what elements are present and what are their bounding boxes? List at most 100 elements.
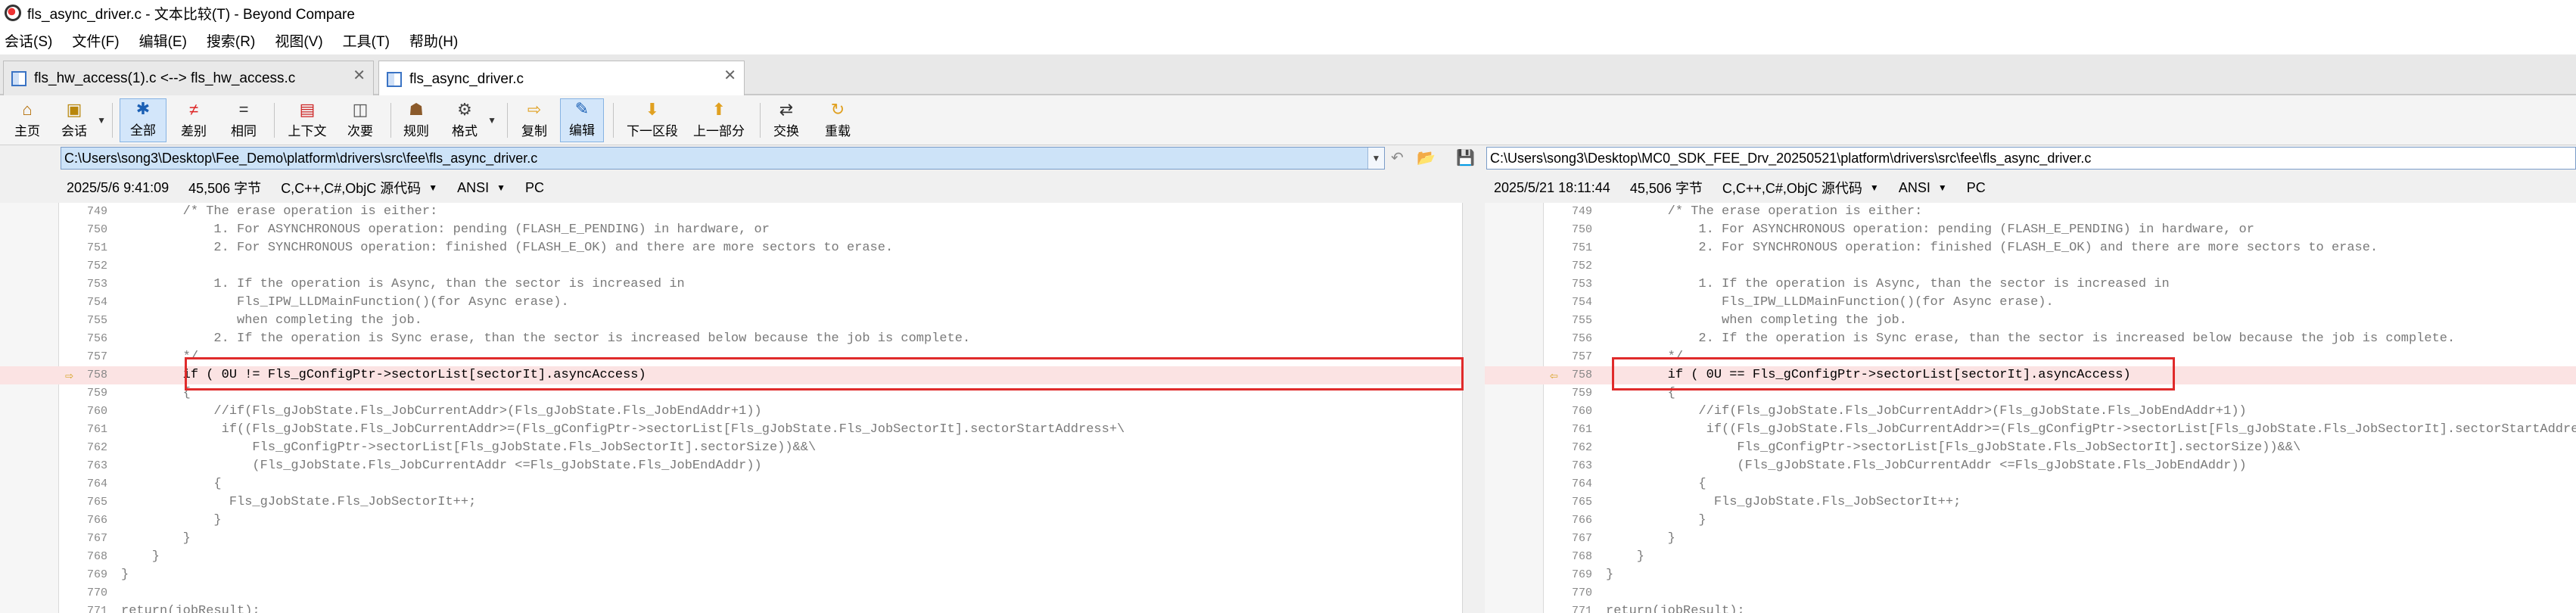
code-line[interactable]: 762 Fls_gConfigPtr->sectorList[Fls_gJobS… <box>1485 439 2576 457</box>
code-line[interactable]: 751 2. For SYNCHRONOUS operation: finish… <box>1485 239 2576 257</box>
reload-button[interactable]: ↻ 重载 <box>819 98 857 142</box>
next-section-button[interactable]: ⬇ 下一区段 <box>622 98 683 142</box>
code-line[interactable]: 762 Fls_gConfigPtr->sectorList[Fls_gJobS… <box>0 439 1462 457</box>
close-icon[interactable]: ✕ <box>353 66 366 85</box>
code-line[interactable]: 760 //if(Fls_gJobState.Fls_JobCurrentAdd… <box>1485 403 2576 421</box>
tab-label: fls_hw_access(1).c <--> fls_hw_access.c <box>34 70 296 86</box>
code-line[interactable]: 767 } <box>0 530 1462 548</box>
rules-button[interactable]: ☗ 规则 <box>398 98 434 142</box>
code-line[interactable]: 770 <box>1485 584 2576 602</box>
code-line[interactable]: 754 Fls_IPW_LLDMainFunction()(for Async … <box>0 294 1462 312</box>
code-text: return(jobResult); <box>1606 604 1745 613</box>
show-same-button[interactable]: = 相同 <box>222 98 265 142</box>
left-encoding[interactable]: ANSI <box>457 180 489 196</box>
chevron-down-icon[interactable]: ▼ <box>97 115 106 126</box>
copy-button[interactable]: ⇨ 复制 <box>515 98 554 142</box>
code-line[interactable]: 763 (Fls_gJobState.Fls_JobCurrentAddr <=… <box>1485 457 2576 475</box>
left-path-input[interactable]: C:\Users\song3\Desktop\Fee_Demo\platform… <box>61 147 1385 170</box>
close-icon[interactable]: ✕ <box>723 66 736 85</box>
session-button[interactable]: ▣ 会话 ▼ <box>56 98 106 142</box>
context-button[interactable]: ▤ 上下文 <box>282 98 333 142</box>
code-line[interactable]: 755 when completing the job. <box>1485 312 2576 330</box>
code-line[interactable]: 756 2. If the operation is Sync erase, t… <box>0 330 1462 348</box>
code-line[interactable]: 771 return(jobResult); <box>1485 602 2576 613</box>
line-number: 766 <box>1571 514 1592 527</box>
line-number: 759 <box>1571 387 1592 400</box>
chevron-down-icon[interactable]: ▼ <box>428 182 437 193</box>
left-language[interactable]: C,C++,C#,ObjC 源代码 <box>281 178 421 198</box>
right-line-ending[interactable]: PC <box>1967 180 1986 196</box>
code-line[interactable]: 765 Fls_gJobState.Fls_JobSectorIt++; <box>0 493 1462 512</box>
code-line[interactable]: 753 1. If the operation is Async, than t… <box>1485 275 2576 294</box>
line-number: 752 <box>86 260 107 272</box>
code-line[interactable]: 750 1. For ASYNCHRONOUS operation: pendi… <box>0 221 1462 239</box>
left-line-ending[interactable]: PC <box>525 180 544 196</box>
chevron-down-icon[interactable]: ▼ <box>487 115 496 126</box>
menu-view[interactable]: 视图(V) <box>275 30 322 51</box>
left-vertical-scrollbar[interactable] <box>1462 203 1485 613</box>
code-text: if((Fls_gJobState.Fls_JobCurrentAddr>=(F… <box>1606 422 2576 437</box>
code-line[interactable]: 770 <box>0 584 1462 602</box>
code-line[interactable]: 750 1. For ASYNCHRONOUS operation: pendi… <box>1485 221 2576 239</box>
home-button[interactable]: ⌂ 主页 <box>9 98 45 142</box>
menu-file[interactable]: 文件(F) <box>72 30 119 51</box>
code-line[interactable]: 769} <box>0 566 1462 584</box>
code-text: /* The erase operation is either: <box>121 204 438 219</box>
menu-edit[interactable]: 编辑(E) <box>139 30 187 51</box>
code-line[interactable]: 763 (Fls_gJobState.Fls_JobCurrentAddr <=… <box>0 457 1462 475</box>
code-line[interactable]: 766 } <box>0 512 1462 530</box>
minor-button[interactable]: ◫ 次要 <box>339 98 381 142</box>
line-number: 767 <box>86 532 107 545</box>
code-line[interactable]: 761 if((Fls_gJobState.Fls_JobCurrentAddr… <box>0 421 1462 439</box>
code-line[interactable]: 765 Fls_gJobState.Fls_JobSectorIt++; <box>1485 493 2576 512</box>
code-line[interactable]: 769} <box>1485 566 2576 584</box>
right-path-input[interactable]: C:\Users\song3\Desktop\MC0_SDK_FEE_Drv_2… <box>1486 147 2576 170</box>
chevron-down-icon[interactable]: ▼ <box>1870 182 1879 193</box>
save-icon[interactable]: 💾 <box>1456 148 1475 167</box>
right-code-pane[interactable]: 749 /* The erase operation is either: 750… <box>1485 203 2576 613</box>
context-icon: ▤ <box>299 100 316 119</box>
code-line[interactable]: 761 if((Fls_gJobState.Fls_JobCurrentAddr… <box>1485 421 2576 439</box>
pencil-icon: ✎ <box>574 99 590 118</box>
code-line[interactable]: 755 when completing the job. <box>0 312 1462 330</box>
code-line[interactable]: 766 } <box>1485 512 2576 530</box>
tab-fls-async-driver[interactable]: fls_async_driver.c ✕ <box>378 61 745 97</box>
menu-search[interactable]: 搜索(R) <box>207 30 255 51</box>
code-line[interactable]: 768 } <box>0 548 1462 566</box>
edit-button[interactable]: ✎ 编辑 <box>560 98 604 142</box>
code-line[interactable]: 764 { <box>0 475 1462 493</box>
code-line[interactable]: 760 //if(Fls_gJobState.Fls_JobCurrentAdd… <box>0 403 1462 421</box>
prev-section-button[interactable]: ⬆ 上一部分 <box>689 98 749 142</box>
code-line[interactable]: 767 } <box>1485 530 2576 548</box>
history-icon[interactable]: ↶ <box>1391 148 1404 167</box>
code-line[interactable]: 764 { <box>1485 475 2576 493</box>
code-line[interactable]: 771 return(jobResult); <box>0 602 1462 613</box>
code-line[interactable]: 749 /* The erase operation is either: <box>0 203 1462 221</box>
code-text: (Fls_gJobState.Fls_JobCurrentAddr <=Fls_… <box>121 459 762 473</box>
show-all-button[interactable]: ✱ 全部 <box>120 98 166 142</box>
chevron-down-icon[interactable]: ▼ <box>1367 148 1384 169</box>
open-folder-icon[interactable]: 📂 <box>1417 148 1436 167</box>
code-line[interactable]: 749 /* The erase operation is either: <box>1485 203 2576 221</box>
code-text: 1. If the operation is Async, than the s… <box>1606 277 2170 291</box>
code-line[interactable]: 756 2. If the operation is Sync erase, t… <box>1485 330 2576 348</box>
tab-fls-hw-access[interactable]: fls_hw_access(1).c <--> fls_hw_access.c … <box>3 61 374 95</box>
menu-session[interactable]: 会话(S) <box>5 30 52 51</box>
right-encoding[interactable]: ANSI <box>1899 180 1930 196</box>
code-line[interactable]: 753 1. If the operation is Async, than t… <box>0 275 1462 294</box>
code-line[interactable]: 752 <box>0 257 1462 275</box>
show-diffs-button[interactable]: ≠ 差别 <box>173 98 215 142</box>
code-line[interactable]: 754 Fls_IPW_LLDMainFunction()(for Async … <box>1485 294 2576 312</box>
menu-help[interactable]: 帮助(H) <box>409 30 458 51</box>
left-code-pane[interactable]: 749 /* The erase operation is either: 750… <box>0 203 1462 613</box>
format-button[interactable]: ⚙ 格式 ▼ <box>446 98 496 142</box>
code-line[interactable]: 768 } <box>1485 548 2576 566</box>
right-language[interactable]: C,C++,C#,ObjC 源代码 <box>1722 178 1862 198</box>
swap-button[interactable]: ⇄ 交换 <box>767 98 805 142</box>
menu-tools[interactable]: 工具(T) <box>343 30 390 51</box>
chevron-down-icon[interactable]: ▼ <box>1938 182 1947 193</box>
down-arrow-icon: ⬇ <box>645 100 660 119</box>
code-line[interactable]: 751 2. For SYNCHRONOUS operation: finish… <box>0 239 1462 257</box>
chevron-down-icon[interactable]: ▼ <box>496 182 506 193</box>
code-line[interactable]: 752 <box>1485 257 2576 275</box>
